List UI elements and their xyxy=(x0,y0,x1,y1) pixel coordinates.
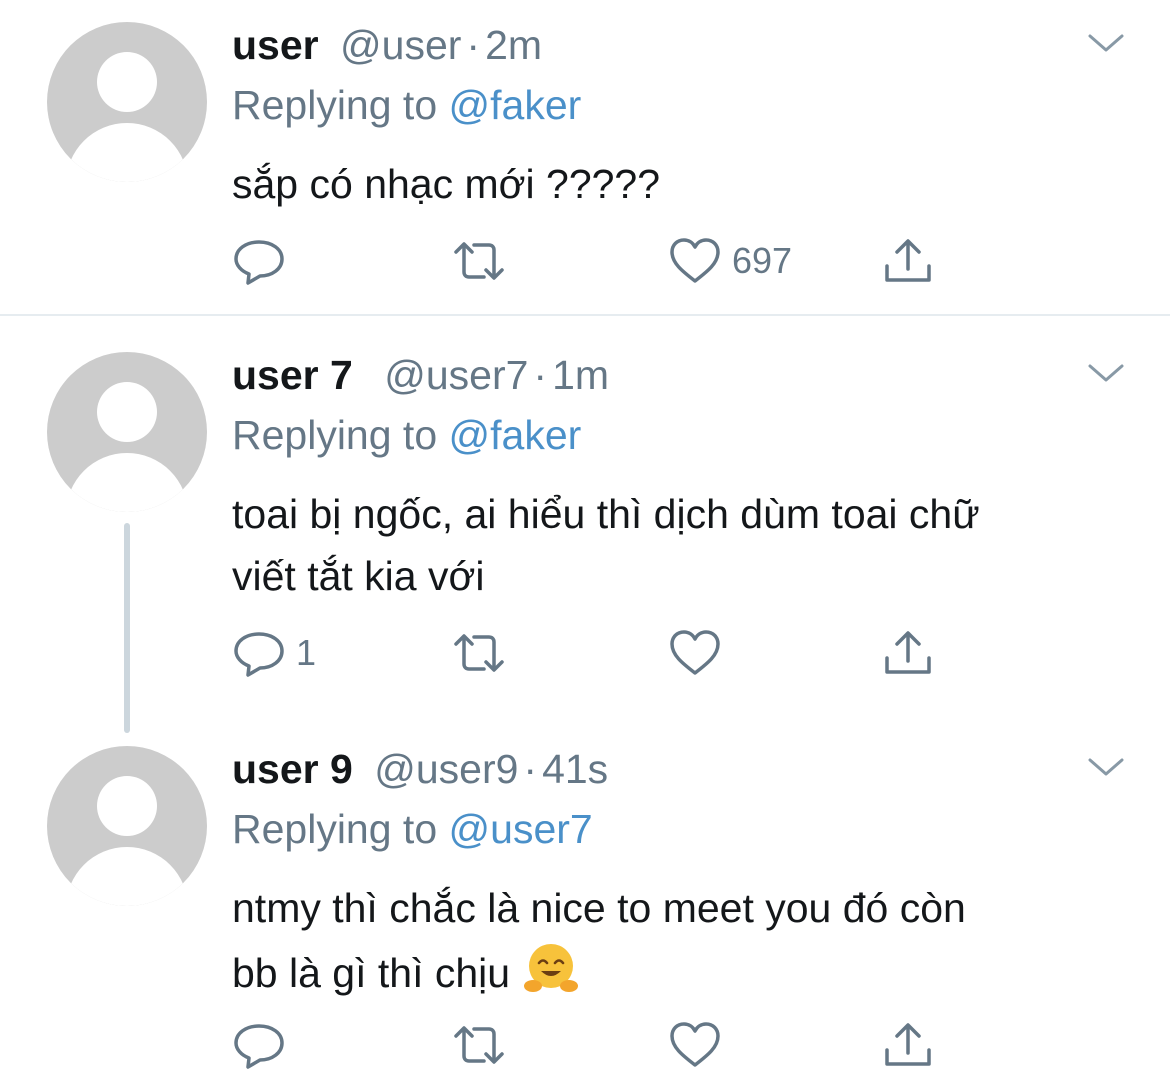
replying-to-label: Replying to xyxy=(232,412,438,458)
tweet-text: toai bị ngốc, ai hiểu thì dịch dùm toai … xyxy=(232,491,980,599)
reply-button[interactable] xyxy=(232,236,296,286)
avatar-body-shape xyxy=(66,123,188,182)
like-button[interactable]: 697 xyxy=(668,236,792,286)
retweet-button[interactable] xyxy=(450,628,518,678)
avatar-head-shape xyxy=(97,776,157,836)
like-button[interactable] xyxy=(668,628,732,678)
share-button[interactable] xyxy=(882,628,934,678)
action-bar: 1 xyxy=(232,628,952,678)
retweet-button[interactable] xyxy=(450,1020,518,1070)
share-button[interactable] xyxy=(882,1020,934,1070)
tweet-header: user 7 @user7 · 1m xyxy=(232,352,609,398)
tweet-header: user @user · 2m xyxy=(232,22,542,68)
action-bar: 697 xyxy=(232,236,952,286)
reply-thread: user @user · 2m Replying to @faker sắp có … xyxy=(0,0,1170,1088)
share-icon xyxy=(885,1023,931,1066)
chevron-down-icon[interactable] xyxy=(1086,30,1126,56)
tweet-header: user 9 @user9 · 41s xyxy=(232,746,608,792)
share-icon xyxy=(885,631,931,674)
like-count: 697 xyxy=(732,240,793,281)
replying-to: Replying to @faker xyxy=(232,412,581,458)
separator-dot: · xyxy=(523,746,538,792)
share-button[interactable] xyxy=(882,236,934,286)
replying-to: Replying to @faker xyxy=(232,82,581,128)
heart-icon xyxy=(670,1022,720,1067)
user-handle[interactable]: @user xyxy=(340,22,461,68)
user-handle[interactable]: @user7 xyxy=(384,352,528,398)
thread-connector-line xyxy=(124,523,130,733)
replying-to: Replying to @user7 xyxy=(232,806,593,852)
user-handle[interactable]: @user9 xyxy=(374,746,518,792)
avatar-body-shape xyxy=(66,847,188,906)
replying-to-label: Replying to xyxy=(232,82,438,128)
avatar[interactable] xyxy=(47,352,207,512)
timestamp[interactable]: 1m xyxy=(552,352,609,398)
tweet-divider xyxy=(0,314,1170,316)
display-name[interactable]: user 7 xyxy=(232,352,353,398)
chevron-down-icon[interactable] xyxy=(1086,360,1126,386)
retweet-icon xyxy=(454,1026,504,1064)
replying-to-mention[interactable]: @faker xyxy=(449,412,582,458)
tweet-text-content: ntmy thì chắc là nice to meet you đó còn… xyxy=(232,885,966,996)
reply-icon xyxy=(234,240,284,285)
retweet-button[interactable] xyxy=(450,236,518,286)
heart-icon xyxy=(670,630,720,675)
retweet-icon xyxy=(454,634,504,672)
reply-icon xyxy=(234,1024,284,1069)
like-button[interactable] xyxy=(668,1020,732,1070)
avatar-head-shape xyxy=(97,382,157,442)
reply-count: 1 xyxy=(296,632,317,673)
tweet-text: ntmy thì chắc là nice to meet you đó còn… xyxy=(232,877,1132,1004)
replying-to-mention[interactable]: @user7 xyxy=(449,806,593,852)
replying-to-label: Replying to xyxy=(232,806,438,852)
hugging-face-emoji xyxy=(524,944,579,992)
reply-button[interactable] xyxy=(232,1020,296,1070)
reply-icon xyxy=(234,632,284,677)
replying-to-mention[interactable]: @faker xyxy=(449,82,582,128)
timestamp[interactable]: 2m xyxy=(485,22,542,68)
chevron-down-icon[interactable] xyxy=(1086,754,1126,780)
reply-button[interactable]: 1 xyxy=(232,628,316,678)
avatar-head-shape xyxy=(97,52,157,112)
retweet-icon xyxy=(454,242,504,280)
display-name[interactable]: user xyxy=(232,22,319,68)
tweet-text: sắp có nhạc mới ????? xyxy=(232,161,661,207)
avatar[interactable] xyxy=(47,22,207,182)
separator-dot: · xyxy=(466,22,481,68)
timestamp[interactable]: 41s xyxy=(542,746,608,792)
share-icon xyxy=(885,239,931,282)
avatar-body-shape xyxy=(66,453,188,512)
avatar[interactable] xyxy=(47,746,207,906)
display-name[interactable]: user 9 xyxy=(232,746,353,792)
separator-dot: · xyxy=(533,352,548,398)
action-bar xyxy=(232,1020,952,1070)
heart-icon xyxy=(670,238,720,283)
